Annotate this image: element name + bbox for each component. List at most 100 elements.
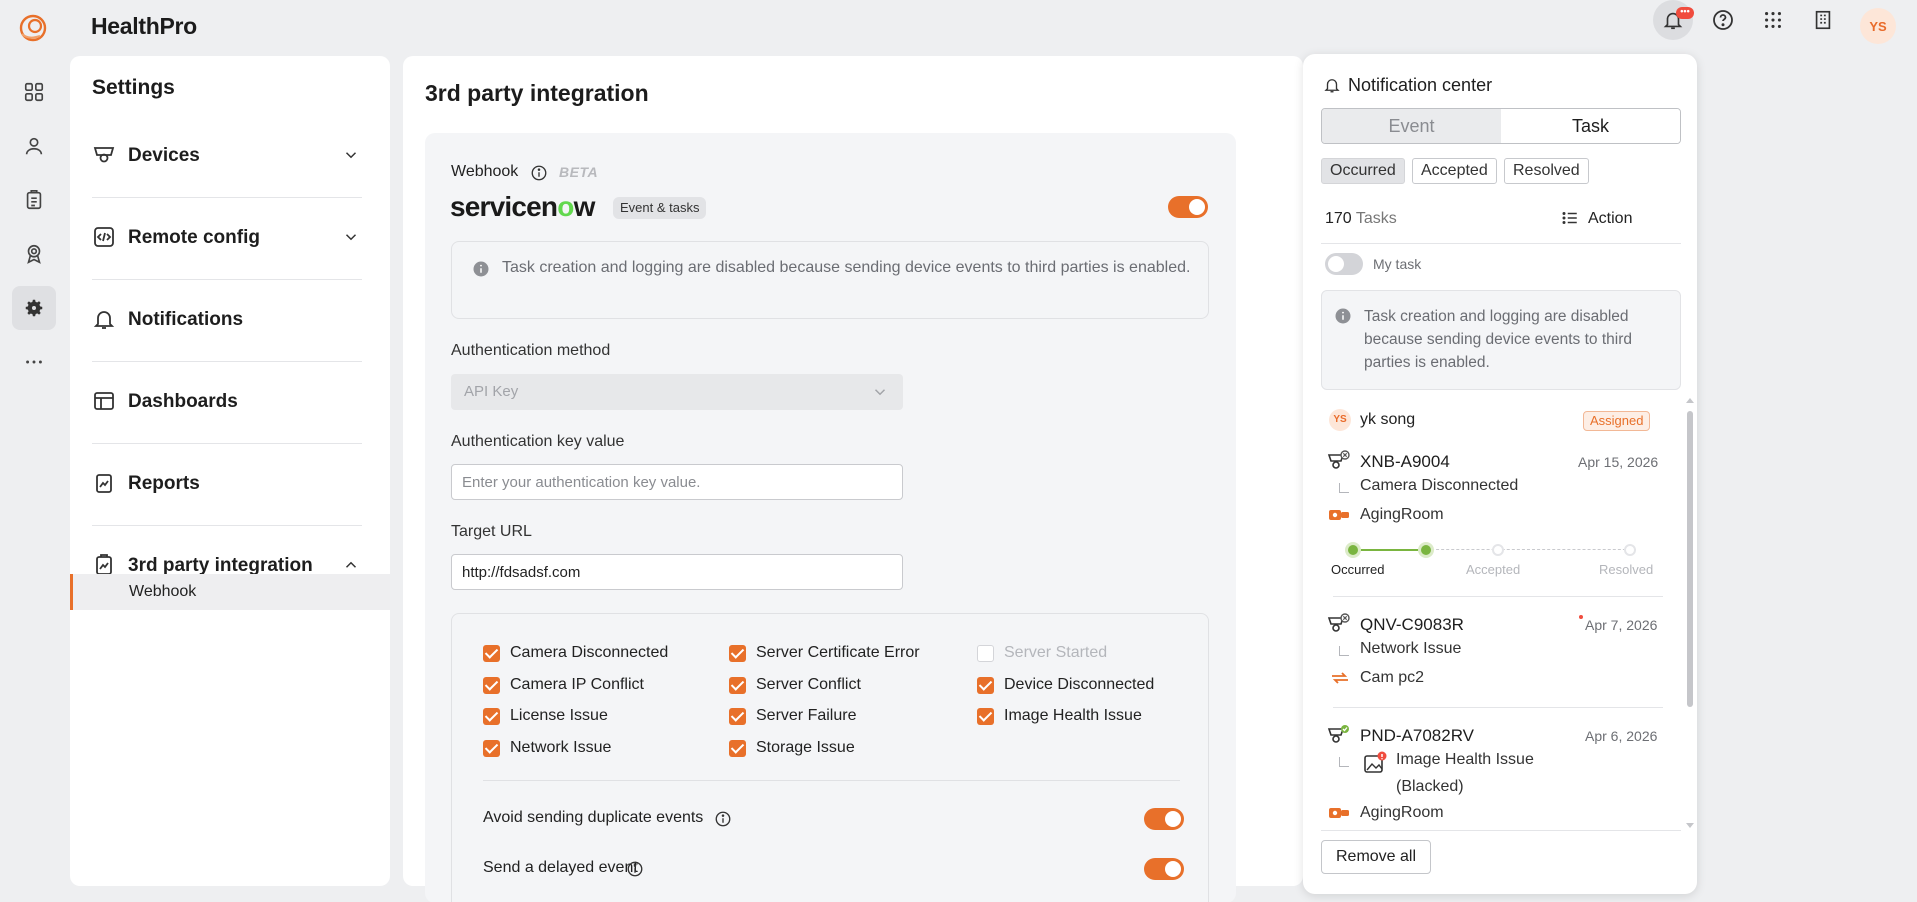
task-location: Cam pc2: [1360, 669, 1425, 686]
tab-task[interactable]: Task: [1501, 109, 1680, 143]
camera-ok-icon: [1327, 725, 1349, 743]
filter-accepted[interactable]: Accepted: [1412, 158, 1497, 184]
status-badge: Assigned: [1583, 411, 1651, 431]
page-title: 3rd party integration: [425, 80, 649, 106]
task-location: AgingRoom: [1360, 506, 1444, 523]
apps-grid-button[interactable]: [1753, 0, 1793, 40]
servicenow-logo: servicenow: [450, 191, 595, 223]
info-filled-icon: [473, 261, 489, 277]
menu-remote-config[interactable]: Remote config: [92, 198, 362, 280]
menu-remote-config-label: Remote config: [128, 227, 260, 248]
help-button[interactable]: [1703, 0, 1743, 40]
webhook-card: Webhook BETA servicenow Event & tasks Ta…: [425, 133, 1236, 902]
info-icon[interactable]: [714, 810, 732, 828]
tab-event[interactable]: Event: [1322, 109, 1501, 143]
chevron-down-icon: [874, 389, 886, 396]
avoid-duplicates-label: Avoid sending duplicate events: [483, 809, 704, 826]
checkbox-checked-icon: [977, 708, 994, 725]
app-name: HealthPro: [91, 13, 197, 39]
organization-button[interactable]: [1803, 0, 1843, 40]
menu-devices-label: Devices: [128, 145, 200, 166]
step-resolved-label: Resolved: [1599, 562, 1654, 577]
event-checkbox-label: Camera Disconnected: [510, 644, 669, 661]
rail-dashboard[interactable]: [12, 70, 56, 114]
notification-badge: •••: [1676, 7, 1694, 19]
task-separator: [1333, 596, 1663, 597]
scroll-up-icon[interactable]: [1685, 396, 1695, 404]
event-checkbox-label: Server Started: [1004, 644, 1108, 661]
scroll-down-icon[interactable]: [1685, 822, 1695, 830]
notification-center: Notification center Event Task Occurred …: [1303, 54, 1697, 894]
my-task-toggle[interactable]: [1325, 253, 1363, 275]
task-event: Network Issue: [1360, 640, 1462, 657]
task-count-number: 170: [1325, 210, 1352, 227]
auth-key-label: Authentication key value: [451, 433, 625, 450]
avoid-duplicates-toggle[interactable]: [1144, 808, 1184, 830]
dashboard-grid-icon: [24, 82, 44, 102]
task-event: Camera Disconnected: [1360, 477, 1519, 494]
integration-alert-text: Task creation and logging are disabled b…: [502, 259, 1191, 276]
webhook-enable-toggle[interactable]: [1168, 196, 1208, 218]
camera-icon: [93, 147, 115, 163]
image-health-icon: [1364, 751, 1387, 773]
rail-tasks[interactable]: [12, 178, 56, 222]
info-icon[interactable]: [626, 860, 644, 878]
rail-licenses[interactable]: [12, 232, 56, 276]
rail-users[interactable]: [12, 124, 56, 168]
auth-method-value: API Key: [464, 383, 519, 400]
code-icon: [94, 227, 114, 247]
healthpro-logo[interactable]: [16, 12, 50, 44]
rail-settings[interactable]: [12, 286, 56, 330]
checkbox-checked-icon: [729, 740, 746, 757]
checkbox-checked-icon: [729, 645, 746, 662]
delayed-event-toggle[interactable]: [1144, 858, 1184, 880]
info-filled-icon: [1335, 308, 1351, 324]
event-checkbox-label: Server Failure: [756, 707, 857, 724]
submenu-webhook[interactable]: Webhook: [70, 574, 390, 610]
notification-scrollbar[interactable]: [1687, 411, 1693, 707]
checkbox-checked-icon: [977, 677, 994, 694]
webhook-label: Webhook: [451, 163, 519, 180]
grid-dots-icon: [1765, 12, 1781, 28]
checkbox-checked-icon: [729, 677, 746, 694]
my-task-label: My task: [1373, 256, 1422, 272]
servicenow-logo-pre: servicen: [450, 191, 558, 222]
event-checkbox-label: Image Health Issue: [1004, 707, 1142, 724]
checkbox-checked-icon: [483, 645, 500, 662]
events-box: Camera Disconnected Camera IP Conflict L…: [451, 613, 1209, 902]
menu-dashboards[interactable]: Dashboards: [92, 362, 362, 444]
auth-key-input[interactable]: [451, 464, 903, 500]
remove-all-button[interactable]: Remove all: [1321, 840, 1431, 874]
task-count-unit: Tasks: [1355, 210, 1397, 227]
task-date: Apr 15, 2026: [1578, 454, 1659, 470]
report-chart-icon: [96, 474, 112, 493]
step-resolved-dot: [1624, 544, 1636, 556]
settings-panel: Settings Devices Remote config Notificat…: [70, 56, 390, 886]
tree-connector: [1339, 483, 1349, 493]
task-device-name[interactable]: PND-A7082RV: [1360, 726, 1474, 746]
filter-resolved[interactable]: Resolved: [1504, 158, 1589, 184]
menu-devices[interactable]: Devices: [92, 116, 362, 198]
checkbox-checked-icon: [483, 708, 500, 725]
action-button[interactable]: Action: [1562, 210, 1632, 228]
event-checkbox-label: Camera IP Conflict: [510, 676, 644, 693]
task-device-name[interactable]: XNB-A9004: [1360, 452, 1450, 472]
filter-occurred[interactable]: Occurred: [1321, 158, 1405, 184]
info-icon[interactable]: [530, 164, 548, 182]
menu-reports[interactable]: Reports: [92, 444, 362, 526]
task-device-name[interactable]: QNV-C9083R: [1360, 615, 1464, 635]
checkbox-checked-icon: [483, 677, 500, 694]
help-icon: [1713, 10, 1733, 30]
beta-label: BETA: [559, 164, 599, 180]
target-url-input[interactable]: [451, 554, 903, 590]
bell-icon: [1324, 79, 1340, 93]
events-divider: [483, 780, 1180, 781]
event-checkbox-label: Network Issue: [510, 739, 612, 756]
event-checkbox-label: Server Conflict: [756, 676, 861, 693]
menu-notifications[interactable]: Notifications: [92, 280, 362, 362]
task-event-detail: (Blacked): [1396, 778, 1464, 795]
tree-connector: [1339, 646, 1349, 656]
rail-more[interactable]: [12, 340, 56, 384]
user-avatar[interactable]: YS: [1860, 8, 1896, 44]
task-event: Image Health Issue: [1396, 751, 1534, 768]
